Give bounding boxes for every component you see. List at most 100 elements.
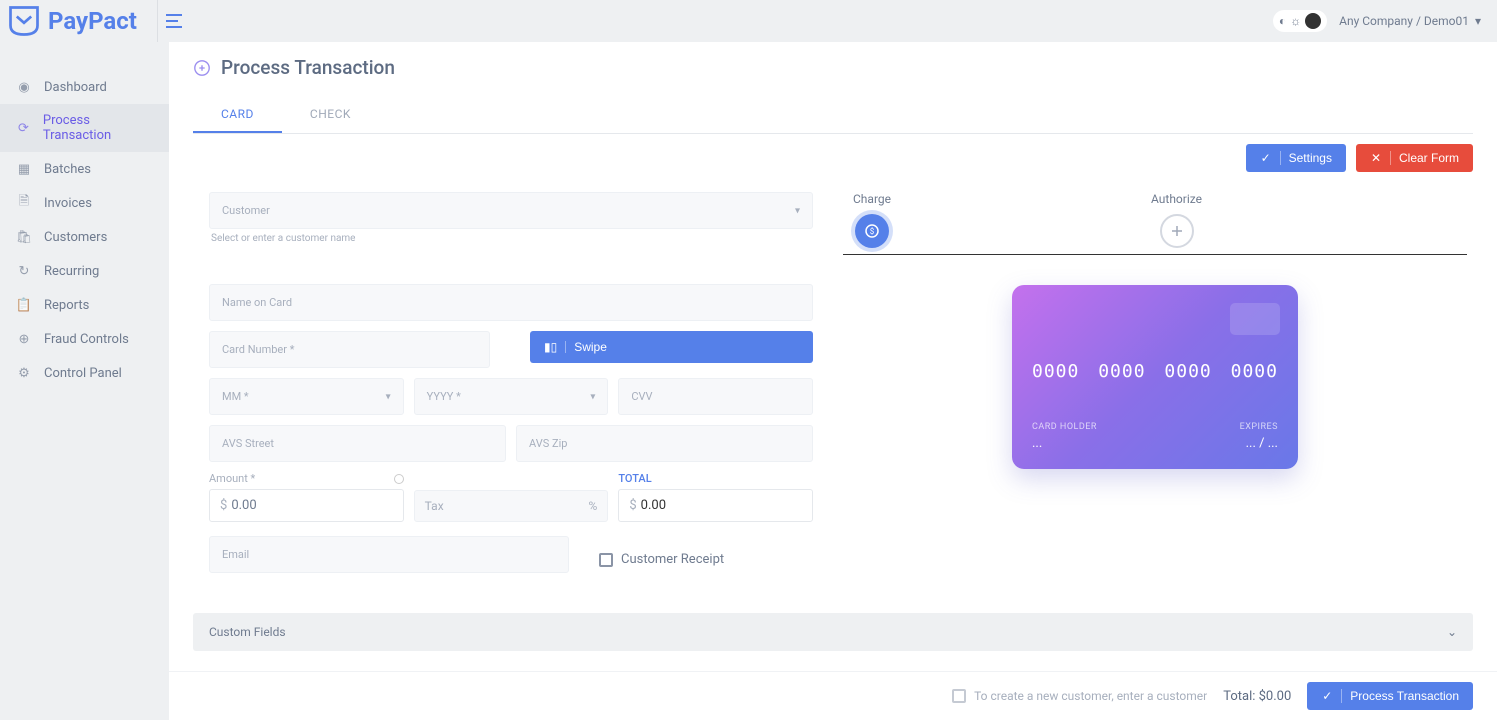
clear-form-button[interactable]: ✕ Clear Form <box>1356 144 1473 172</box>
cvv-placeholder: CVV <box>631 390 652 403</box>
sidebar-item-recurring[interactable]: ↻ Recurring <box>0 254 169 288</box>
sidebar-item-customers[interactable]: 🛍 Customers <box>0 220 169 254</box>
footer-total: Total: $0.00 <box>1223 689 1291 704</box>
customers-icon: 🛍 <box>16 229 32 245</box>
transaction-icon: ⟳ <box>16 120 31 136</box>
radio-icon <box>394 474 404 484</box>
tax-placeholder: Tax <box>425 499 444 513</box>
custom-fields-accordion[interactable]: Custom Fields ⌄ <box>193 613 1473 651</box>
expiry-year-select[interactable]: YYYY * <box>414 378 609 415</box>
sidebar-label: Fraud Controls <box>44 332 129 347</box>
sidebar-toggle[interactable] <box>157 0 190 42</box>
email-placeholder: Email <box>222 548 249 561</box>
reports-icon: 📋 <box>16 297 32 313</box>
customer-helper-text: Select or enter a customer name <box>209 233 813 244</box>
tab-card[interactable]: CARD <box>193 97 282 133</box>
sidebar-item-reports[interactable]: 📋Reports <box>0 288 169 322</box>
tabs: CARD CHECK <box>193 97 1473 134</box>
sidebar-item-control-panel[interactable]: ⚙ Control Panel <box>0 356 169 390</box>
chevron-down-icon: ⌄ <box>1447 625 1457 639</box>
total-label: TOTAL <box>618 472 813 485</box>
sidebar-label: Control Panel <box>44 366 122 381</box>
process-transaction-button[interactable]: ✓ Process Transaction <box>1307 682 1473 710</box>
invoices-icon: 🗎 <box>16 195 32 211</box>
card-brand-placeholder-icon <box>1230 303 1280 335</box>
sidebar-label: Batches <box>44 162 91 177</box>
sidebar-label: Recurring <box>44 264 99 279</box>
card-icon: ▮▯ <box>544 340 557 354</box>
card-expiry-value: ... / ... <box>1240 436 1278 451</box>
sidebar-item-fraud[interactable]: ⊕Fraud Controls <box>0 322 169 356</box>
cvv-input[interactable]: CVV <box>618 378 813 415</box>
card-expiry-label: EXPIRES <box>1240 422 1278 432</box>
email-input[interactable]: Email <box>209 536 569 573</box>
customer-select[interactable]: Customer <box>209 192 813 229</box>
clear-label: Clear Form <box>1399 151 1459 165</box>
charge-icon: $ <box>855 214 889 248</box>
customer-receipt-checkbox[interactable] <box>599 553 613 567</box>
brand-icon <box>6 3 42 39</box>
sidebar: ◉ Dashboard ⟳Process Transaction ▦Batches… <box>0 0 169 720</box>
gear-icon: ⚙ <box>16 365 32 381</box>
name-on-card-placeholder: Name on Card <box>222 296 292 309</box>
card-number-placeholder: Card Number * <box>222 343 294 356</box>
check-icon: ✓ <box>1260 152 1272 164</box>
theme-toggle[interactable]: ◐ ☼ <box>1273 10 1327 32</box>
total-value: 0.00 <box>641 498 666 513</box>
new-customer-hint: To create a new customer, enter a custom… <box>974 689 1207 703</box>
authorize-option[interactable]: Authorize <box>1151 192 1202 248</box>
swipe-label: Swipe <box>574 340 607 354</box>
page-title-text: Process Transaction <box>221 56 395 79</box>
swipe-button[interactable]: ▮▯ Swipe <box>530 331 813 363</box>
sidebar-item-batches[interactable]: ▦Batches <box>0 152 169 186</box>
svg-text:$: $ <box>870 227 875 236</box>
theme-indicator-icon <box>1305 13 1321 29</box>
tax-input[interactable]: Tax% <box>414 490 609 522</box>
card-holder-label: CARD HOLDER <box>1032 422 1097 432</box>
sidebar-label: Dashboard <box>44 80 107 95</box>
charge-option[interactable]: Charge $ <box>853 192 891 248</box>
page-title: Process Transaction <box>193 56 1473 79</box>
new-customer-checkbox[interactable] <box>952 689 966 703</box>
footer: To create a new customer, enter a custom… <box>169 671 1497 720</box>
recurring-icon: ↻ <box>16 263 32 279</box>
brand-logo: PayPact <box>6 3 137 39</box>
authorize-icon <box>1160 214 1194 248</box>
avs-street-input[interactable]: AVS Street <box>209 425 506 462</box>
sidebar-item-invoices[interactable]: 🗎 Invoices <box>0 186 169 220</box>
tab-check[interactable]: CHECK <box>282 97 379 133</box>
moon-icon: ◐ <box>1279 14 1286 28</box>
dashboard-icon: ◉ <box>16 79 32 95</box>
sidebar-label: Invoices <box>44 196 92 211</box>
card-holder-value: ... <box>1032 436 1097 451</box>
chevron-down-icon: ▾ <box>1475 14 1481 28</box>
avs-street-placeholder: AVS Street <box>222 437 274 450</box>
customer-receipt-label: Customer Receipt <box>621 552 724 567</box>
close-icon: ✕ <box>1370 152 1382 164</box>
company-name: Any Company / Demo01 <box>1339 14 1469 28</box>
card-digits-3: 0000 <box>1164 361 1211 382</box>
avs-zip-placeholder: AVS Zip <box>529 437 567 450</box>
transaction-icon <box>193 59 211 77</box>
card-digits-2: 0000 <box>1098 361 1145 382</box>
avs-zip-input[interactable]: AVS Zip <box>516 425 813 462</box>
name-on-card-input[interactable]: Name on Card <box>209 284 813 321</box>
card-number-input[interactable]: Card Number * <box>209 331 490 368</box>
sidebar-item-dashboard[interactable]: ◉ Dashboard <box>0 70 169 104</box>
sidebar-label: Customers <box>44 230 107 245</box>
top-header: PayPact ◐ ☼ Any Company / Demo01 ▾ <box>0 0 1497 42</box>
settings-button[interactable]: ✓ Settings <box>1246 144 1346 172</box>
authorize-label: Authorize <box>1151 192 1202 206</box>
company-selector[interactable]: Any Company / Demo01 ▾ <box>1339 14 1481 28</box>
mm-placeholder: MM * <box>222 390 249 403</box>
expiry-month-select[interactable]: MM * <box>209 378 404 415</box>
card-digits-1: 0000 <box>1032 361 1079 382</box>
check-icon: ✓ <box>1321 690 1333 702</box>
amount-input[interactable]: $0.00 <box>209 489 404 522</box>
sidebar-item-process-transaction[interactable]: ⟳Process Transaction <box>0 104 169 152</box>
amount-label: Amount * <box>209 472 255 485</box>
yyyy-placeholder: YYYY * <box>427 390 461 403</box>
process-label: Process Transaction <box>1350 689 1459 703</box>
settings-label: Settings <box>1289 151 1332 165</box>
custom-fields-label: Custom Fields <box>209 625 286 639</box>
